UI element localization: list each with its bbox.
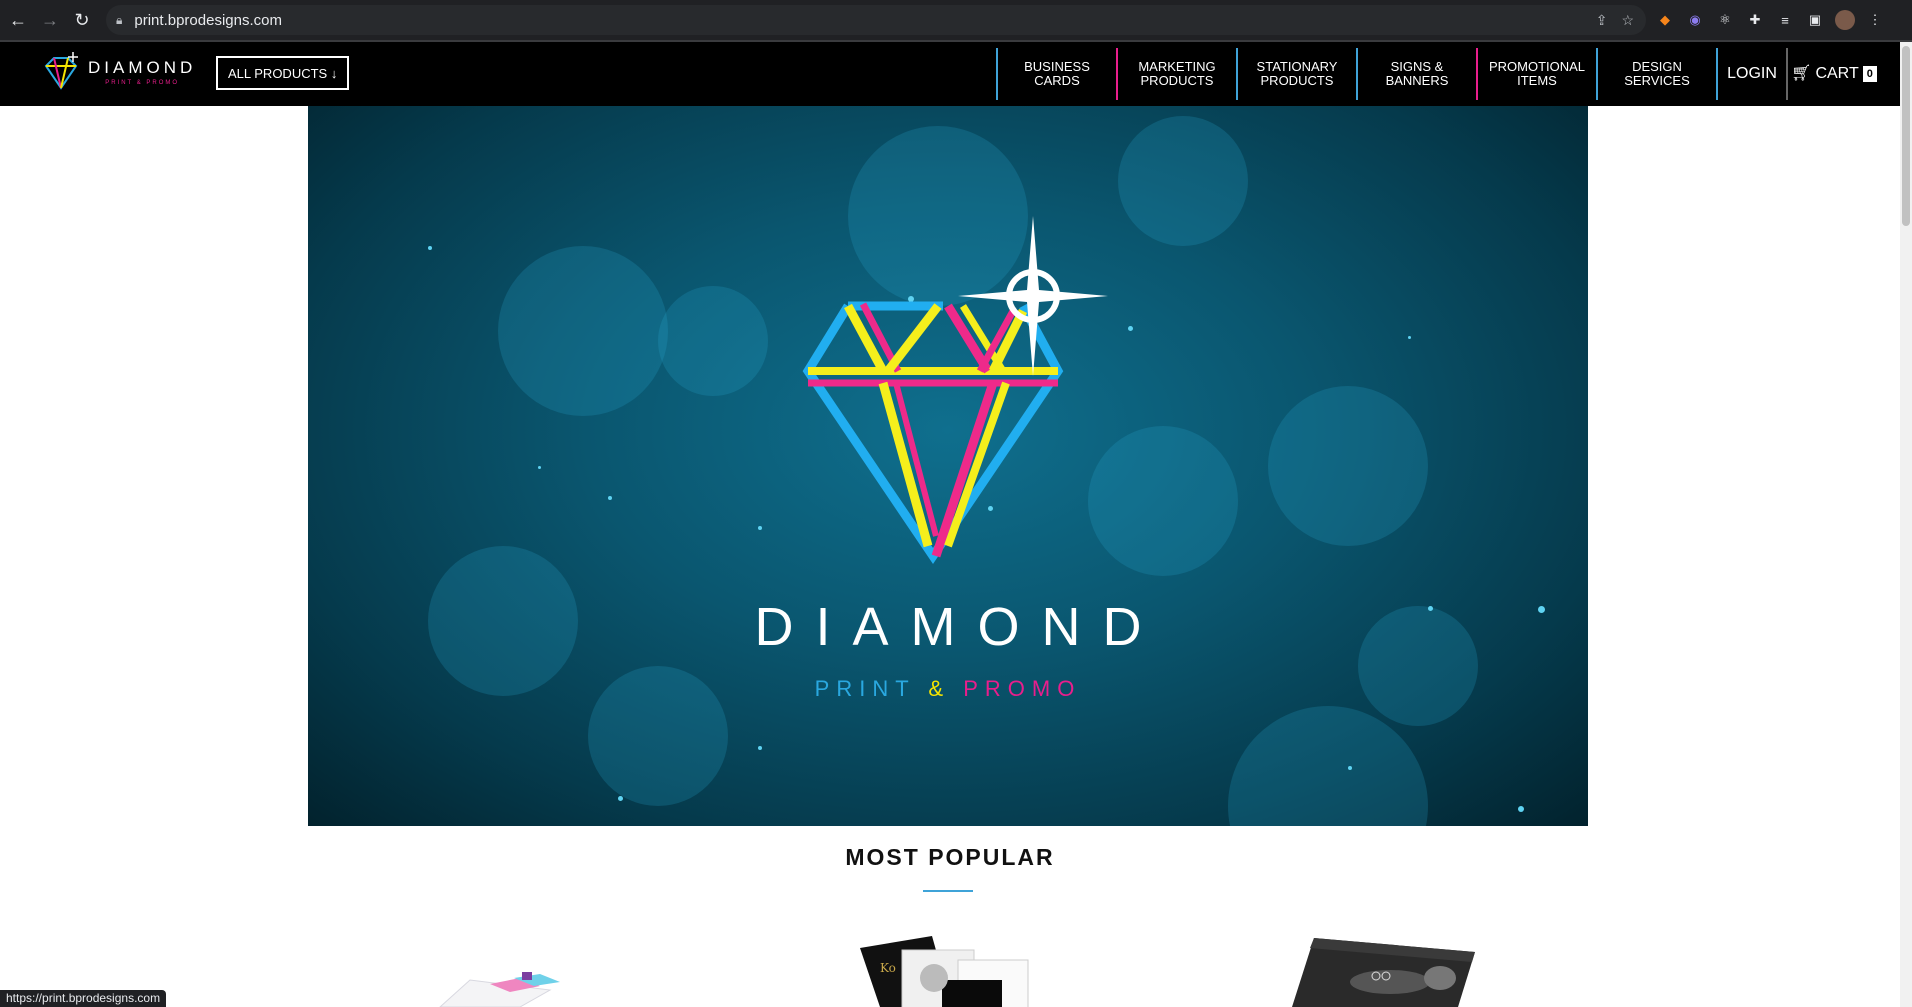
logo-wordmark: DIAMOND <box>88 58 197 77</box>
hero-banner: DIAMOND PRINT & PROMO <box>308 106 1588 826</box>
bookmark-star-icon[interactable]: ☆ <box>1621 12 1634 29</box>
cart-label: CART <box>1815 65 1859 82</box>
browser-toolbar: ← → ↻ 🔒︎ print.bprodesigns.com ⇪ ☆ ◆ ◉ ⚛… <box>0 0 1912 40</box>
sparkle-dot <box>1408 336 1411 339</box>
nav-label-line2: CARDS <box>1034 73 1080 88</box>
menu-kebab-icon[interactable]: ⋮ <box>1865 10 1885 30</box>
nav-label-line2: SERVICES <box>1624 73 1690 88</box>
main-nav: BUSINESS CARDS MARKETING PRODUCTS STATIONA… <box>996 48 1880 100</box>
react-extension-icon[interactable]: ⚛ <box>1715 10 1735 30</box>
most-popular-heading: MOST POPULAR <box>845 844 1055 870</box>
nav-promotional-items[interactable]: PROMOTIONAL ITEMS <box>1476 48 1596 100</box>
nav-marketing-products[interactable]: MARKETING PRODUCTS <box>1116 48 1236 100</box>
svg-text:Ko: Ko <box>880 961 896 975</box>
hero-sub-promo: PROMO <box>963 676 1082 701</box>
bokeh-light <box>498 246 668 416</box>
sparkle-dot <box>1518 806 1524 812</box>
product-image <box>1292 938 1475 1007</box>
media-queue-icon[interactable]: ≡ <box>1775 10 1795 30</box>
hero-subtitle: PRINT & PROMO <box>308 676 1588 702</box>
sparkle-dot <box>758 526 762 530</box>
back-icon[interactable]: ← <box>2 4 34 36</box>
product-image <box>439 972 560 1007</box>
puzzle-extensions-icon[interactable]: ✚ <box>1745 10 1765 30</box>
nav-label-line2: PRODUCTS <box>1140 73 1214 88</box>
product-image: Ko <box>860 936 1029 1007</box>
extensions-bar: ◆ ◉ ⚛ ✚ ≡ ▣ ⋮ <box>1655 8 1885 32</box>
nav-signs-banners[interactable]: SIGNS & BANNERS <box>1356 48 1476 100</box>
sparkle-dot <box>428 246 432 250</box>
diamond-logo-icon <box>44 52 78 90</box>
hero-sub-print: PRINT <box>814 676 916 701</box>
nav-label-line1: BUSINESS <box>1024 59 1090 74</box>
bokeh-light <box>1228 706 1428 826</box>
all-products-button[interactable]: ALL PRODUCTS ↓ <box>216 56 350 90</box>
hero-title: DIAMOND <box>754 597 1164 657</box>
nav-design-services[interactable]: DESIGN SERVICES <box>1596 48 1716 100</box>
sparkle-dot <box>1348 766 1352 770</box>
sparkle-dot <box>538 466 541 469</box>
nav-label-line1: DESIGN <box>1632 59 1682 74</box>
login-link[interactable]: LOGIN <box>1716 48 1786 100</box>
url-text[interactable]: print.bprodesigns.com <box>134 12 282 29</box>
nav-stationary-products[interactable]: STATIONARY PRODUCTS <box>1236 48 1356 100</box>
bokeh-light <box>658 286 768 396</box>
link-status-bar: https://print.bprodesigns.com <box>0 990 167 1007</box>
profile-avatar[interactable] <box>1835 10 1855 30</box>
nav-label-line1: MARKETING <box>1138 59 1216 74</box>
nav-label-line1: SIGNS & <box>1390 59 1444 74</box>
hero-sub-amp: & <box>928 676 951 701</box>
scrollbar-thumb[interactable] <box>1902 46 1910 226</box>
site-logo[interactable]: DIAMOND PRINT & PROMO <box>40 52 196 92</box>
lock-icon: 🔒︎ <box>116 12 123 27</box>
address-bar[interactable]: 🔒︎ print.bprodesigns.com ⇪ ☆ <box>106 5 1646 35</box>
side-panel-icon[interactable]: ▣ <box>1805 10 1825 30</box>
nav-label-line2: ITEMS <box>1517 73 1557 88</box>
bokeh-light <box>1268 386 1428 546</box>
logo-tagline: PRINT & PROMO <box>105 80 180 86</box>
nav-label-line2: BANNERS <box>1385 73 1449 88</box>
sparkle-dot <box>618 796 623 801</box>
product-thumbnail-flyers[interactable] <box>1290 938 1480 1007</box>
reload-icon[interactable]: ↻ <box>66 4 98 36</box>
cart-button[interactable]: 🛒︎ CART 0 <box>1786 48 1880 100</box>
cart-count-badge: 0 <box>1862 66 1877 82</box>
nav-business-cards[interactable]: BUSINESS CARDS <box>996 48 1116 100</box>
product-thumbnail-stationary[interactable]: Ko <box>858 932 1034 1007</box>
site-header: DIAMOND PRINT & PROMO ALL PRODUCTS ↓ BUS… <box>0 42 1900 106</box>
nav-label-line2: PRODUCTS <box>1260 73 1334 88</box>
diamond-emblem-icon <box>802 216 1108 565</box>
section-divider <box>923 890 973 892</box>
ghost-extension-icon[interactable]: ◉ <box>1685 10 1705 30</box>
sparkle-dot <box>758 746 762 750</box>
share-icon[interactable]: ⇪ <box>1596 12 1608 29</box>
metamask-extension-icon[interactable]: ◆ <box>1655 10 1675 30</box>
cart-icon: 🛒︎ <box>1791 65 1812 82</box>
product-thumbnail-business-cards[interactable] <box>430 970 600 1007</box>
sparkle-dot <box>608 496 612 500</box>
forward-icon[interactable]: → <box>34 4 66 36</box>
nav-label-line1: PROMOTIONAL <box>1488 59 1586 74</box>
nav-label-line1: STATIONARY <box>1256 59 1338 74</box>
